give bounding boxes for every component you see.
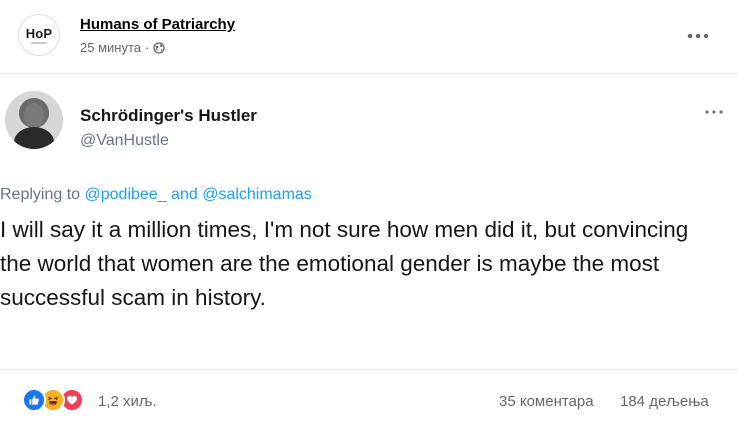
more-horizontal-icon <box>687 33 709 39</box>
post-timestamp[interactable]: 25 минута <box>80 40 141 55</box>
reply-mention-1: @podibee_ <box>84 186 167 203</box>
tweet-more-icon <box>705 110 723 114</box>
post-image-tweet[interactable]: Schrödinger's Hustler @VanHustle Replyin… <box>0 73 738 370</box>
page-logo-underline <box>31 42 47 44</box>
post-more-button[interactable] <box>684 22 712 50</box>
tweet-author-avatar <box>5 91 63 149</box>
page-name-link[interactable]: Humans of Patriarchy <box>80 16 235 33</box>
reply-and: and <box>171 186 198 203</box>
page-logo-text: HoP <box>25 26 53 41</box>
like-icon <box>22 388 46 412</box>
post-header: HoP Humans of Patriarchy 25 минута · <box>0 0 738 72</box>
tweet-body-text: I will say it a million times, I'm not s… <box>0 217 689 310</box>
reply-prefix: Replying to <box>0 186 81 203</box>
tweet-author-handle: @VanHustle <box>80 132 169 149</box>
page-avatar[interactable]: HoP <box>18 14 60 56</box>
tweet-reply-line: Replying to @podibee_ and @salchimamas <box>0 186 312 204</box>
comments-count-link[interactable]: 35 коментара <box>499 393 594 410</box>
reply-mention-2: @salchimamas <box>202 186 312 203</box>
shares-count-link[interactable]: 184 дељења <box>620 393 709 410</box>
globe-icon[interactable] <box>153 41 165 54</box>
post-footer: 1,2 хиљ. 35 коментара 184 дељења <box>0 382 738 422</box>
reaction-count[interactable]: 1,2 хиљ. <box>98 393 157 410</box>
meta-separator: · <box>145 40 150 55</box>
post-meta: 25 минута · <box>80 40 165 55</box>
reaction-icons[interactable] <box>22 388 84 412</box>
tweet-author-name: Schrödinger's Hustler <box>80 106 257 125</box>
